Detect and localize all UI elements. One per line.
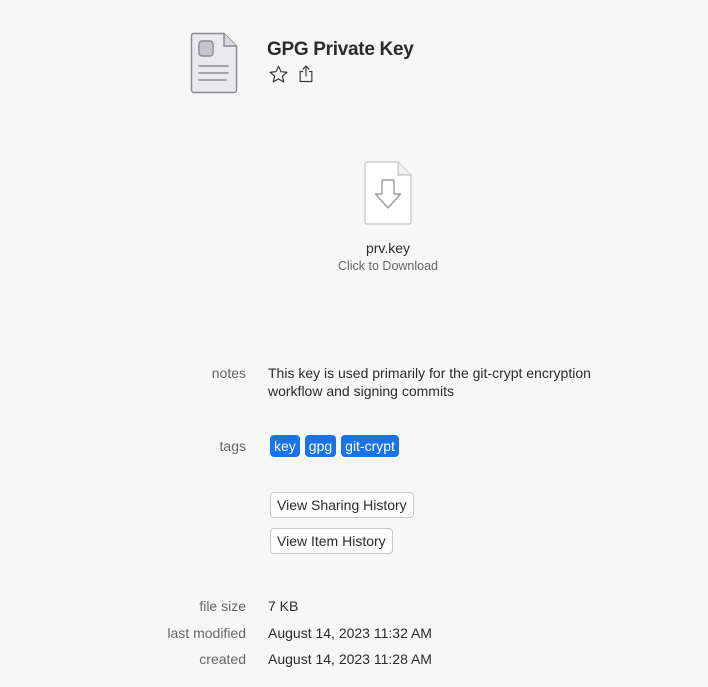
view-item-history-button[interactable]: View Item History bbox=[270, 528, 393, 554]
notes-label: notes bbox=[211, 365, 246, 381]
tag-key[interactable]: key bbox=[270, 435, 300, 457]
item-title: GPG Private Key bbox=[267, 39, 414, 60]
notes-value: This key is used primarily for the git-c… bbox=[268, 365, 591, 399]
created-label: created bbox=[199, 651, 246, 667]
last-modified-value: August 14, 2023 11:32 AM bbox=[268, 625, 432, 641]
created-value: August 14, 2023 11:28 AM bbox=[268, 651, 432, 667]
tags-label: tags bbox=[219, 438, 246, 454]
star-icon bbox=[268, 65, 288, 83]
tag-list: key gpg git-crypt bbox=[270, 435, 399, 457]
tag-git-crypt[interactable]: git-crypt bbox=[341, 435, 399, 457]
attachment-download[interactable]: prv.key Click to Download bbox=[318, 160, 458, 273]
last-modified-label: last modified bbox=[167, 625, 246, 641]
download-file-icon bbox=[364, 161, 412, 225]
attachment-filename: prv.key bbox=[365, 240, 411, 256]
share-button[interactable] bbox=[295, 63, 317, 85]
document-icon bbox=[190, 32, 238, 94]
file-size-value: 7 KB bbox=[268, 598, 299, 614]
view-sharing-history-button[interactable]: View Sharing History bbox=[270, 492, 414, 518]
favorite-button[interactable] bbox=[267, 63, 289, 85]
share-icon bbox=[299, 65, 313, 83]
download-hint: Click to Download bbox=[337, 259, 439, 273]
file-size-label: file size bbox=[199, 598, 246, 614]
tag-gpg[interactable]: gpg bbox=[304, 435, 337, 457]
title-actions bbox=[267, 63, 317, 85]
